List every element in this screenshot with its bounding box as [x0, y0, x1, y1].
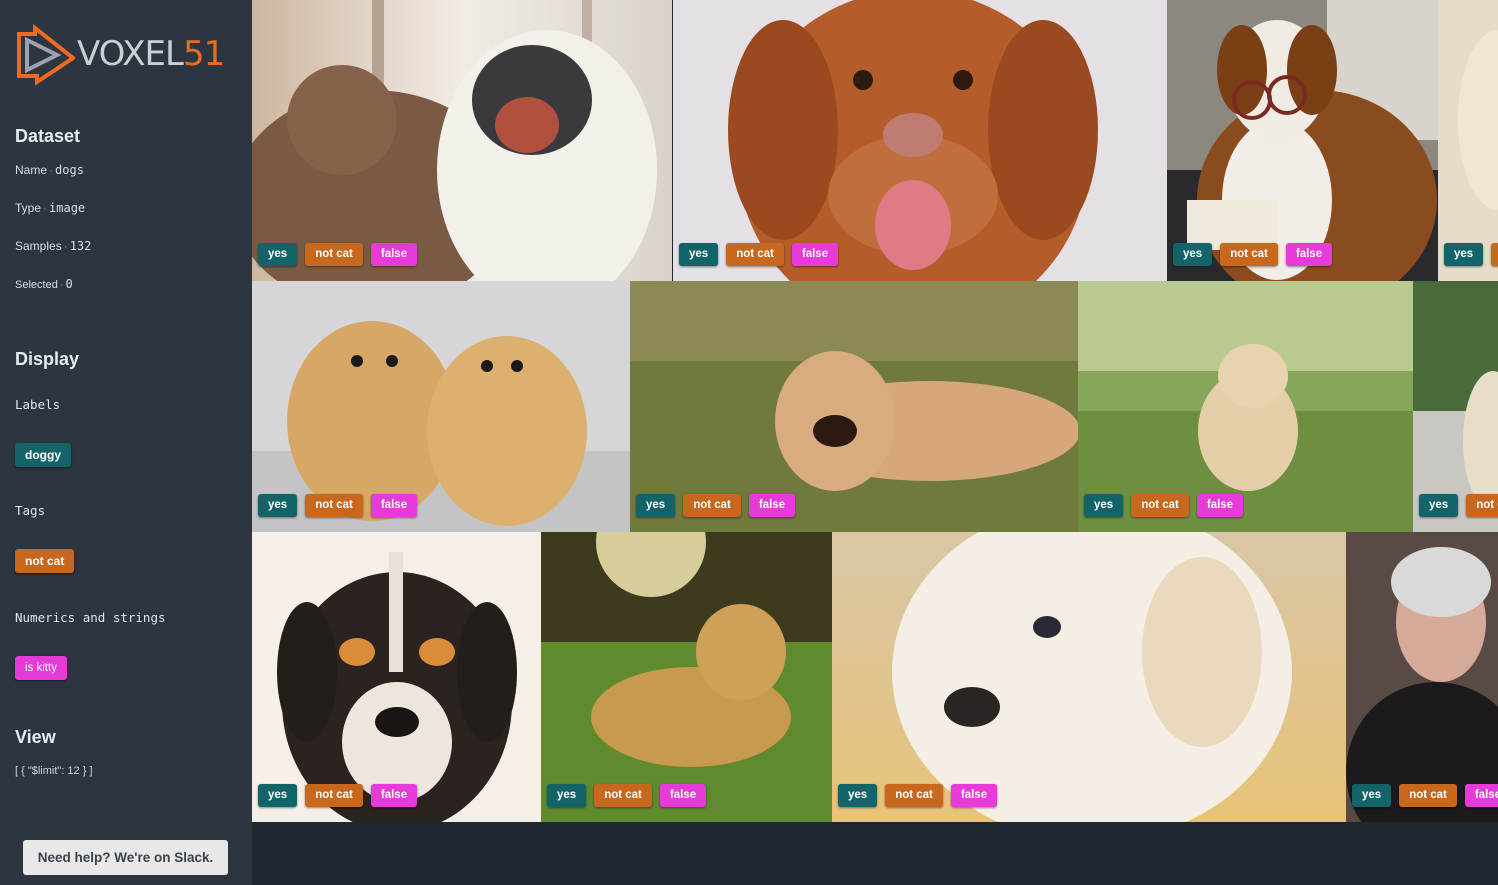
numeric-tag: false [1464, 784, 1498, 807]
sample-tile[interactable]: yes not cat false [252, 281, 630, 532]
sample-thumbnail [252, 532, 541, 822]
sample-tags: yes not cat false [838, 784, 998, 807]
sample-thumbnail [541, 532, 832, 822]
label-tag: yes [1419, 494, 1459, 517]
sidebar: VOXEL51 Dataset Name · dogs Type · image Sam… [0, 0, 252, 885]
numeric-tag: false [370, 243, 418, 266]
sample-thumbnail [1346, 532, 1498, 822]
sample-tag: not cat [305, 784, 363, 807]
sample-thumbnail [673, 0, 1167, 281]
label-tag: yes [838, 784, 878, 807]
numeric-tag: false [370, 494, 418, 517]
label-tag: yes [547, 784, 587, 807]
label-tag: yes [258, 243, 298, 266]
view-stages-text: [ { "$limit": 12 } ] [15, 765, 93, 777]
numeric-tag: false [748, 494, 796, 517]
sample-tags: yes not cat false [547, 784, 707, 807]
sample-tags: yes not cat [1444, 243, 1498, 266]
label-tag: yes [1444, 243, 1484, 266]
sample-tile[interactable]: yes not cat false [630, 281, 1078, 532]
view-heading: View [15, 727, 56, 747]
numeric-tag: false [950, 784, 998, 807]
sample-tile[interactable]: yes not cat false [541, 532, 832, 822]
sample-tile[interactable]: yes not cat [1413, 281, 1498, 532]
sample-tags: yes not cat false [636, 494, 796, 517]
sample-tags: yes not cat [1419, 494, 1498, 517]
sample-tag: not cat [1131, 494, 1189, 517]
sample-tile[interactable]: yes not cat false [1167, 0, 1438, 281]
play-triangle-logo-icon [17, 24, 75, 86]
dataset-name-row: Name · dogs [15, 163, 84, 177]
sample-thumbnail [832, 532, 1346, 822]
display-heading: Display [15, 349, 80, 369]
sample-tag: not cat [1466, 494, 1498, 517]
label-tag: yes [1084, 494, 1124, 517]
sample-thumbnail [252, 0, 672, 281]
sample-tile[interactable]: yes not cat [1438, 0, 1498, 281]
sample-thumbnail [1438, 0, 1498, 281]
label-tag: yes [636, 494, 676, 517]
sample-tag: not cat [1220, 243, 1278, 266]
sample-tags: yes not cat false [258, 494, 418, 517]
label-tag: yes [1173, 243, 1213, 266]
dataset-type-row: Type · image [15, 201, 86, 215]
label-tag: yes [258, 784, 298, 807]
slack-help-button[interactable]: Need help? We're on Slack. [23, 840, 228, 875]
label-tag: yes [258, 494, 298, 517]
voxel51-logo[interactable]: VOXEL51 [15, 24, 240, 86]
sample-tags: yes not cat false [258, 784, 418, 807]
sample-tag: not cat [885, 784, 943, 807]
label-tag: yes [679, 243, 719, 266]
dataset-samples-row: Samples · 132 [15, 239, 92, 253]
numeric-tag: false [1196, 494, 1244, 517]
logo-wordmark: VOXEL51 [77, 34, 225, 74]
sample-tile[interactable]: yes not cat false [673, 0, 1167, 281]
sample-gallery: yes not cat false yes not cat false yes … [252, 0, 1498, 822]
sample-tags: yes not cat false [258, 243, 418, 266]
sample-tags: yes not cat false [1352, 784, 1498, 807]
sample-tile[interactable]: yes not cat false [1346, 532, 1498, 822]
sample-tags: yes not cat false [1173, 243, 1333, 266]
numeric-pill-is-kitty[interactable]: is kitty [15, 656, 67, 680]
sample-tile[interactable]: yes not cat false [1078, 281, 1413, 532]
sample-tag: not cat [726, 243, 784, 266]
labels-heading: Labels [15, 397, 61, 412]
label-pill-doggy[interactable]: doggy [15, 443, 71, 467]
numerics-heading: Numerics and strings [15, 610, 166, 625]
sample-tag: not cat [1399, 784, 1457, 807]
tags-heading: Tags [15, 503, 46, 518]
sample-tag: not cat [305, 243, 363, 266]
sample-tag: not cat [683, 494, 741, 517]
numeric-tag: false [659, 784, 707, 807]
numeric-tag: false [791, 243, 839, 266]
label-tag: yes [1352, 784, 1392, 807]
sample-tile[interactable]: yes not cat false [252, 0, 672, 281]
sample-tile[interactable]: yes not cat false [252, 532, 541, 822]
numeric-tag: false [1285, 243, 1333, 266]
sample-tag: not cat [1491, 243, 1498, 266]
tag-pill-not-cat[interactable]: not cat [15, 549, 75, 573]
sample-tags: yes not cat false [679, 243, 839, 266]
numeric-tag: false [370, 784, 418, 807]
sample-thumbnail [1167, 0, 1438, 281]
dataset-selected-row: Selected · 0 [15, 277, 73, 291]
dataset-heading: Dataset [15, 126, 81, 146]
sample-tag: not cat [594, 784, 652, 807]
sample-tile[interactable]: yes not cat false [832, 532, 1346, 822]
sample-tags: yes not cat false [1084, 494, 1244, 517]
sample-tag: not cat [305, 494, 363, 517]
